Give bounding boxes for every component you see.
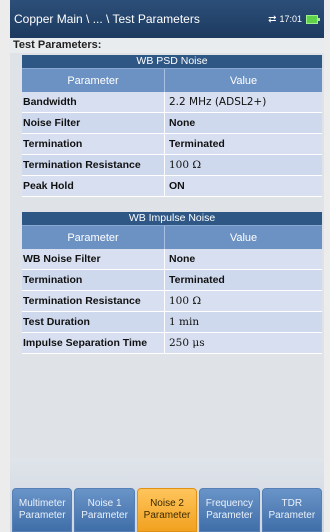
clock: 17:01 xyxy=(279,14,302,24)
parameter-name: Termination Resistance xyxy=(22,291,165,311)
page-title: Test Parameters: xyxy=(10,38,324,53)
tab-label-line1: TDR xyxy=(281,498,303,509)
tab-noise-2-parameter[interactable]: Noise 2 Parameter xyxy=(136,488,198,532)
table-row[interactable]: Bandwidth 2.2 MHz (ADSL2+) xyxy=(22,92,322,113)
table-row[interactable]: Termination Terminated xyxy=(22,270,322,291)
breadcrumb[interactable]: Copper Main \ ... \ Test Parameters xyxy=(14,12,200,26)
wb-impulse-noise-table: WB Impulse Noise Parameter Value WB Nois… xyxy=(22,212,322,354)
table-header: Parameter Value xyxy=(22,68,322,92)
parameter-name: Impulse Separation Time xyxy=(22,333,165,353)
wb-psd-noise-title: WB PSD Noise xyxy=(22,55,322,68)
parameter-value[interactable]: None xyxy=(165,249,322,269)
parameter-value[interactable]: Terminated xyxy=(165,270,322,290)
tab-label-line1: Multimeter xyxy=(18,498,66,509)
tab-label-line1: Noise 1 xyxy=(87,498,122,509)
tab-multimeter-parameter[interactable]: Multimeter Parameter xyxy=(12,488,73,532)
column-header-value: Value xyxy=(229,75,258,87)
tab-label-line2: Parameter xyxy=(268,510,316,521)
tab-frequency-parameter[interactable]: Frequency Parameter xyxy=(199,488,260,532)
table-row[interactable]: Noise Filter None xyxy=(22,113,322,134)
parameter-value[interactable]: Terminated xyxy=(165,134,322,154)
parameter-value[interactable]: ON xyxy=(165,176,322,196)
main-content: Test Parameters: WB PSD Noise Parameter … xyxy=(10,38,324,458)
table-row[interactable]: Termination Resistance 100 Ω xyxy=(22,155,322,176)
parameter-value[interactable]: 100 Ω xyxy=(165,155,322,175)
network-icon: ⇄ xyxy=(268,13,277,25)
table-row[interactable]: Peak Hold ON xyxy=(22,176,322,197)
tab-label-line1: Frequency xyxy=(205,498,254,509)
parameter-value[interactable]: 100 Ω xyxy=(165,291,322,311)
parameter-name: Termination xyxy=(22,270,165,290)
column-header-value: Value xyxy=(229,232,258,244)
column-header-parameter: Parameter xyxy=(22,69,165,92)
parameter-value[interactable]: 1 min xyxy=(165,312,322,332)
parameter-name: Termination Resistance xyxy=(22,155,165,175)
tab-label-line1: Noise 2 xyxy=(150,498,184,509)
title-bar: Copper Main \ ... \ Test Parameters ⇄ 17… xyxy=(10,0,324,38)
table-row[interactable]: Termination Resistance 100 Ω xyxy=(22,291,322,312)
parameter-name: Bandwidth xyxy=(22,92,165,112)
tab-noise-1-parameter[interactable]: Noise 1 Parameter xyxy=(74,488,135,532)
parameter-name: Termination xyxy=(22,134,165,154)
table-row[interactable]: Termination Terminated xyxy=(22,134,322,155)
table-header: Parameter Value xyxy=(22,225,322,249)
wb-impulse-noise-title: WB Impulse Noise xyxy=(22,212,322,225)
parameter-name: WB Noise Filter xyxy=(22,249,165,269)
tab-bar: Multimeter Parameter Noise 1 Parameter N… xyxy=(10,458,324,532)
tab-label-line2: Parameter xyxy=(206,510,253,521)
tab-list: Multimeter Parameter Noise 1 Parameter N… xyxy=(10,488,324,532)
wb-psd-noise-table: WB PSD Noise Parameter Value Bandwidth 2… xyxy=(22,55,322,197)
parameter-name: Noise Filter xyxy=(22,113,165,133)
tab-tdr-parameter[interactable]: TDR Parameter xyxy=(261,488,323,532)
table-row[interactable]: Test Duration 1 min xyxy=(22,312,322,333)
parameter-value[interactable]: 2.2 MHz (ADSL2+) xyxy=(165,92,322,112)
battery-icon xyxy=(306,14,320,24)
tab-label-line2: Parameter xyxy=(81,510,128,521)
tab-label-line2: Parameter xyxy=(143,510,191,521)
column-header-parameter: Parameter xyxy=(22,226,165,249)
tab-label-line2: Parameter xyxy=(18,510,66,521)
parameter-name: Peak Hold xyxy=(22,176,165,196)
parameter-value[interactable]: 250 μs xyxy=(165,333,322,353)
parameter-name: Test Duration xyxy=(22,312,165,332)
table-row[interactable]: Impulse Separation Time 250 μs xyxy=(22,333,322,354)
table-row[interactable]: WB Noise Filter None xyxy=(22,249,322,270)
status-area: ⇄ 17:01 xyxy=(268,13,320,25)
parameter-value[interactable]: None xyxy=(165,113,322,133)
